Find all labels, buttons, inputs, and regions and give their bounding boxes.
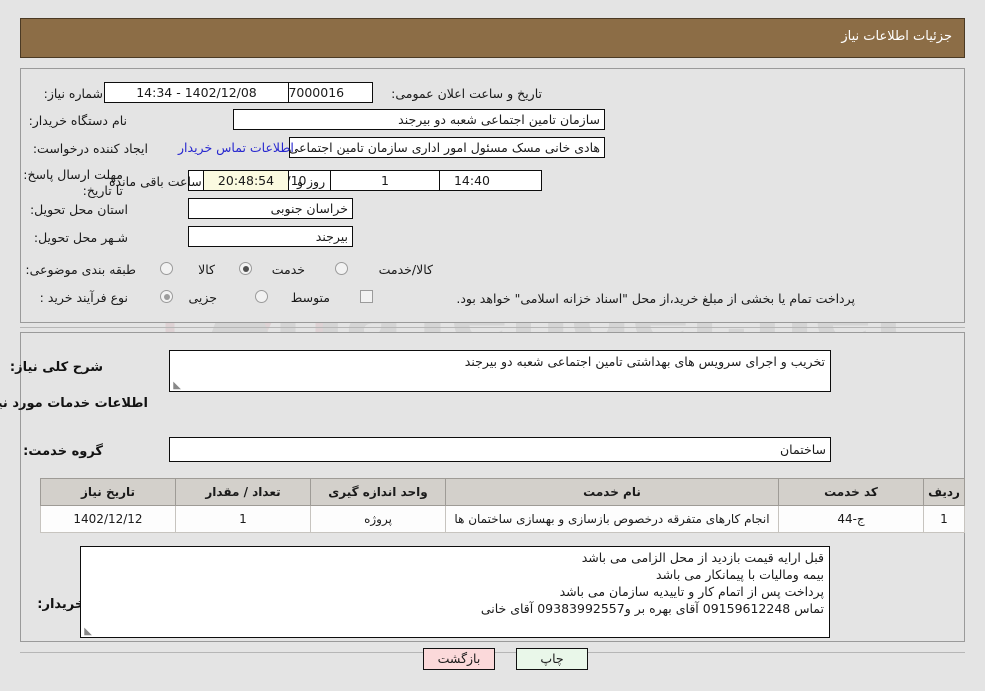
requester-label: ایجاد کننده درخواست: [32, 141, 148, 156]
general-desc-textarea[interactable]: تخریب و اجرای سرویس های بهداشتی تامین اج… [169, 350, 831, 392]
buyer-notes-textarea[interactable]: قبل ارایه قیمت بازدید از محل الزامی می ب… [80, 546, 830, 638]
resize-handle-icon[interactable]: ◣ [83, 627, 92, 637]
city-value: بیرجند [188, 226, 353, 247]
buyer-org-value: سازمان تامین اجتماعی شعبه دو بیرجند [233, 109, 605, 130]
resize-handle-icon[interactable]: ◣ [172, 381, 181, 391]
radio-category-goods-label: کالا [198, 262, 215, 277]
announce-datetime-value: 1402/12/08 - 14:34 [104, 82, 289, 103]
cell-need-date: 1402/12/12 [40, 505, 176, 533]
print-button[interactable]: چاپ [516, 648, 588, 670]
table-header-row: ردیف کد خدمت نام خدمت واحد اندازه گیری ت… [40, 478, 965, 506]
table-row: 1 ج-44 انجام کارهای متفرقه درخصوص بازساز… [40, 505, 965, 533]
days-value: 1 [330, 170, 440, 191]
general-desc-value: تخریب و اجرای سرویس های بهداشتی تامین اج… [464, 354, 825, 369]
radio-category-service[interactable] [239, 262, 252, 275]
th-need-date: تاریخ نیاز [40, 478, 176, 506]
cell-row-number: 1 [923, 505, 965, 533]
radio-category-goods[interactable] [160, 262, 173, 275]
deadline-label: مهلت ارسال پاسخ: تا تاریخ: [23, 167, 123, 198]
radio-category-goods-service-label: کالا/خدمت [378, 262, 433, 277]
buyer-note-line: قبل ارایه قیمت بازدید از محل الزامی می ب… [581, 550, 824, 565]
requester-value: هادی خانی مسک مسئول امور اداری سازمان تا… [289, 137, 605, 158]
buyer-org-label: نام دستگاه خریدار: [28, 113, 127, 128]
radio-process-medium[interactable] [255, 290, 268, 303]
buyer-contact-link[interactable]: اطلاعات تماس خریدار [178, 140, 294, 155]
general-desc-label: شرح کلی نیاز: [9, 360, 103, 375]
need-summary-panel [20, 68, 965, 323]
cell-service-code: ج-44 [778, 505, 924, 533]
radio-category-service-label: خدمت [271, 262, 305, 277]
service-group-value: ساختمان [169, 437, 831, 462]
cell-quantity: 1 [175, 505, 311, 533]
back-button[interactable]: بازگشت [423, 648, 495, 670]
radio-process-minor[interactable] [160, 290, 173, 303]
province-value: خراسان جنوبی [188, 198, 353, 219]
radio-category-goods-service[interactable] [335, 262, 348, 275]
th-quantity: تعداد / مقدار [175, 478, 311, 506]
service-group-label: گروه خدمت: [23, 444, 103, 459]
panel-divider [20, 327, 965, 328]
remaining-label: ساعت باقی مانده [109, 174, 202, 189]
islamic-treasury-text: پرداخت تمام یا بخشی از مبلغ خرید،از محل … [456, 291, 855, 306]
cell-service-name: انجام کارهای متفرقه درخصوص بازسازی و بهس… [445, 505, 779, 533]
buyer-note-line: بیمه ومالیات با پیمانکار می باشد [656, 567, 824, 582]
page-title: جزئیات اطلاعات نیاز [841, 29, 952, 44]
days-label: روز و [297, 174, 326, 189]
services-heading: اطلاعات خدمات مورد نیاز [0, 396, 148, 411]
th-service-code: کد خدمت [778, 478, 924, 506]
checkbox-islamic-treasury[interactable] [360, 290, 373, 303]
buyer-note-line: تماس 09159612248 آقای بهره بر و093839925… [480, 601, 824, 616]
services-table: ردیف کد خدمت نام خدمت واحد اندازه گیری ت… [40, 478, 965, 533]
page-root: AriaTender.net جزئیات اطلاعات نیاز شماره… [0, 0, 985, 691]
need-number-label: شماره نیاز: [43, 86, 103, 101]
countdown-value: 20:48:54 [203, 170, 289, 191]
buyer-note-line: پرداخت پس از اتمام کار و تاییدیه سازمان … [559, 584, 824, 599]
th-unit: واحد اندازه گیری [310, 478, 446, 506]
category-label: طبقه بندی موضوعی: [25, 262, 136, 277]
announce-datetime-label: تاریخ و ساعت اعلان عمومی: [391, 86, 542, 101]
province-label: استان محل تحویل: [29, 202, 128, 217]
cell-unit: پروژه [310, 505, 446, 533]
city-label: شـهر محل تحویل: [33, 230, 128, 245]
th-row-number: ردیف [923, 478, 965, 506]
th-service-name: نام خدمت [445, 478, 779, 506]
header-bar: جزئیات اطلاعات نیاز [20, 18, 965, 58]
